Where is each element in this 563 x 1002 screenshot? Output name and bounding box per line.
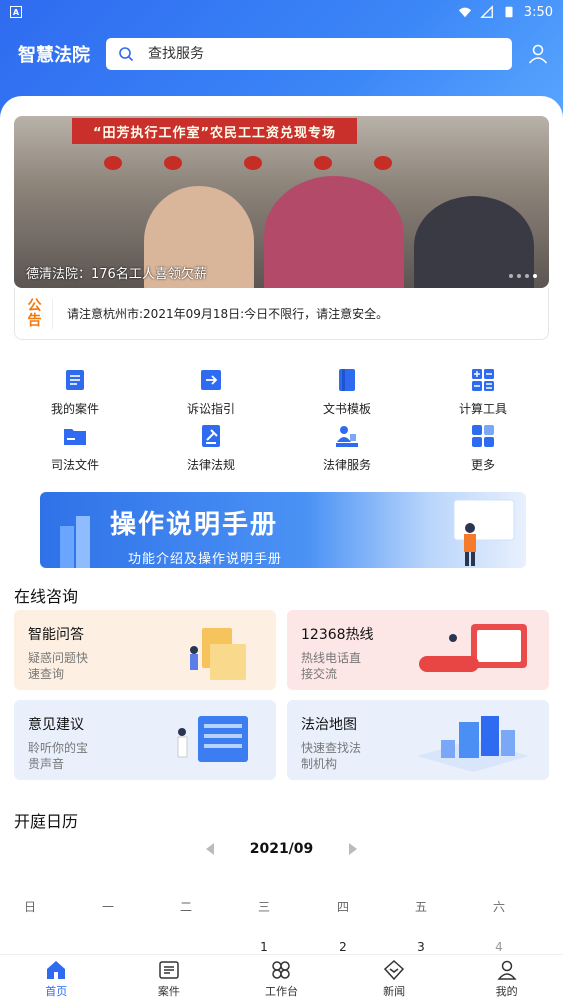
menu-laws[interactable]: 法律法规 (156, 424, 266, 473)
calendar-day[interactable]: 4 (484, 940, 514, 954)
menu-label: 我的案件 (50, 402, 99, 416)
profile-icon (497, 960, 517, 980)
weekday-label: 一 (101, 900, 114, 914)
tab-cases[interactable]: 案件 (113, 955, 226, 1002)
weekday-label: 四 (336, 900, 349, 914)
notification-a-icon: A (10, 6, 22, 18)
person-illustration-icon (453, 499, 515, 566)
consult-card-hotline[interactable]: 12368热线 热线电话直接交流 (287, 610, 549, 690)
home-icon (47, 960, 66, 979)
law-book-icon (202, 425, 220, 447)
consult-card-legal-map[interactable]: 法治地图 快速查找法制机构 (287, 700, 549, 780)
online-consult-title: 在线咨询 (14, 587, 79, 606)
next-month-icon[interactable] (349, 843, 358, 855)
notice-tag: 公告 (23, 298, 53, 329)
calendar-month: 2021/09 (249, 841, 314, 857)
manual-title: 操作说明手册 (110, 510, 279, 540)
main-content: “田芳执行工作室”农民工工资兑现专场 德清法院：176名工人喜领欠薪 公告 请注… (0, 96, 563, 956)
consult-card-desc: 热线电话直接交流 (301, 651, 362, 681)
menu-label: 法律法规 (186, 458, 235, 472)
battery-icon (505, 6, 513, 18)
app-header: 智慧法院 (0, 30, 563, 78)
tab-profile[interactable]: 我的 (450, 955, 563, 1002)
tab-workbench[interactable]: 工作台 (225, 955, 338, 1002)
consult-card-smart-qa[interactable]: 智能问答 疑惑问题快速查询 (14, 610, 276, 690)
tab-news[interactable]: 新闻 (338, 955, 451, 1002)
signal-icon (479, 5, 493, 18)
building-illustration-icon (60, 516, 90, 568)
weekday-label: 六 (492, 900, 505, 914)
wifi-icon (458, 7, 471, 18)
manual-subtitle: 功能介绍及操作说明手册 (128, 552, 283, 567)
news-icon (384, 959, 405, 980)
menu-label: 诉讼指引 (186, 402, 235, 416)
menu-label: 司法文件 (50, 458, 99, 472)
more-grid-icon (472, 425, 494, 447)
notice-bar[interactable]: 公告 请注意杭州市:2021年09月18日:今日不限行，请注意安全。 (14, 288, 549, 340)
case-icon (159, 960, 179, 979)
user-profile-icon[interactable] (527, 43, 549, 65)
status-time: 3:50 (523, 4, 553, 20)
calendar-day[interactable]: 1 (249, 940, 279, 954)
notice-text: 请注意杭州市:2021年09月18日:今日不限行，请注意安全。 (67, 307, 389, 321)
menu-legal-service[interactable]: 法律服务 (292, 424, 402, 473)
menu-label: 更多 (470, 458, 495, 472)
weekday-label: 五 (414, 900, 427, 914)
tab-home[interactable]: 首页 (0, 955, 113, 1002)
weekday-label: 日 (23, 900, 36, 914)
banner-caption: 德清法院：176名工人喜领欠薪 (26, 267, 207, 282)
feedback-illustration-icon (177, 716, 248, 762)
menu-label: 文书模板 (322, 402, 371, 416)
workbench-icon (272, 960, 291, 979)
document-template-icon (339, 369, 355, 391)
legal-service-icon (336, 426, 358, 447)
tab-label: 案件 (157, 984, 180, 998)
menu-doc-templates[interactable]: 文书模板 (292, 368, 402, 417)
consult-card-desc: 快速查找法制机构 (301, 741, 362, 771)
search-icon (119, 47, 134, 62)
calendar-month-nav: 2021/09 (0, 841, 563, 857)
weekday-label: 二 (179, 900, 192, 914)
menu-my-cases[interactable]: 我的案件 (20, 368, 130, 417)
tab-label: 首页 (45, 984, 68, 998)
court-calendar-title: 开庭日历 (14, 812, 79, 831)
menu-label: 法律服务 (322, 458, 371, 472)
menu-judicial-docs[interactable]: 司法文件 (20, 424, 130, 473)
hotline-illustration-icon (419, 624, 527, 672)
folder-icon (64, 429, 86, 445)
menu-more[interactable]: 更多 (428, 424, 538, 473)
qa-illustration-icon (190, 628, 246, 680)
bottom-tab-bar: 首页 案件 工作台 新闻 我的 (0, 954, 563, 1002)
banner-sign: “田芳执行工作室”农民工工资兑现专场 (72, 118, 357, 144)
tab-label: 新闻 (383, 984, 406, 998)
guide-icon (201, 370, 221, 390)
menu-calculator[interactable]: 计算工具 (428, 368, 538, 417)
status-bar: A 3:50 (0, 0, 563, 24)
search-bar[interactable] (106, 38, 512, 70)
prev-month-icon[interactable] (205, 843, 214, 855)
tab-label: 工作台 (264, 984, 298, 998)
tab-label: 我的 (495, 984, 518, 998)
calculator-icon (472, 369, 494, 391)
consult-card-desc: 疑惑问题快速查询 (28, 651, 89, 681)
menu-label: 计算工具 (458, 402, 507, 416)
consult-card-desc: 聆听你的宝贵声音 (28, 741, 89, 771)
carousel-indicator (509, 274, 537, 278)
case-list-icon (66, 370, 84, 390)
calendar-day[interactable]: 2 (328, 940, 358, 954)
banner-person (264, 176, 404, 288)
map-illustration-icon (417, 716, 529, 772)
app-title: 智慧法院 (18, 45, 90, 66)
search-input[interactable] (148, 46, 448, 62)
manual-banner[interactable]: 操作说明手册 功能介绍及操作说明手册 (40, 492, 526, 568)
weekday-label: 三 (257, 900, 270, 914)
consult-card-feedback[interactable]: 意见建议 聆听你的宝贵声音 (14, 700, 276, 780)
news-carousel[interactable]: “田芳执行工作室”农民工工资兑现专场 德清法院：176名工人喜领欠薪 (14, 116, 549, 288)
calendar-day[interactable]: 3 (406, 940, 436, 954)
menu-litigation-guide[interactable]: 诉讼指引 (156, 368, 266, 417)
